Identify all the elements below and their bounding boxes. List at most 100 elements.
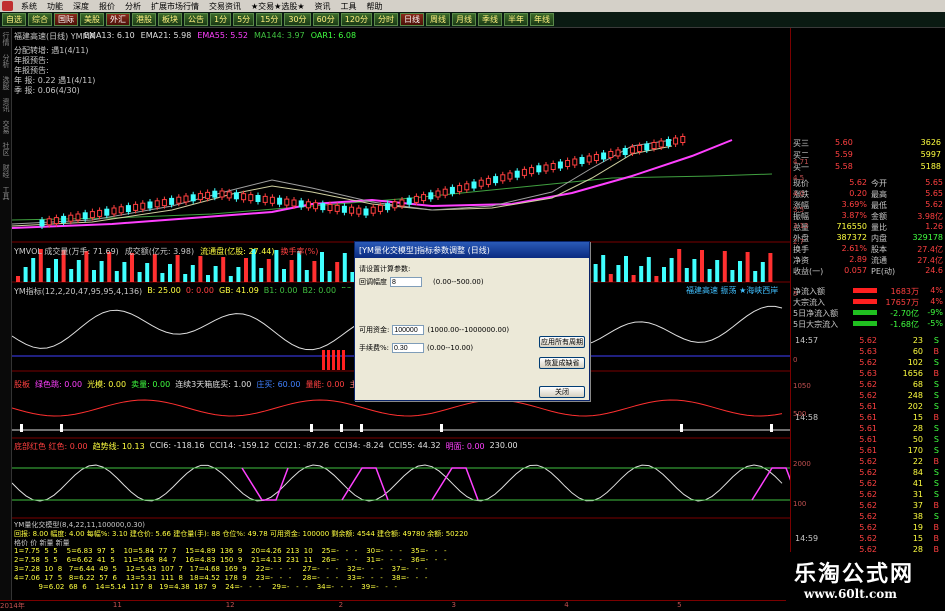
tick-price: 5.62 bbox=[859, 523, 877, 532]
period-button[interactable]: 美股 bbox=[80, 13, 104, 26]
period-button[interactable]: 周线 bbox=[426, 13, 451, 26]
period-button[interactable]: 半年 bbox=[504, 13, 529, 26]
bid-row: 买二 5.59 5997 bbox=[791, 150, 945, 161]
tick-row: 5.62 41 S bbox=[791, 479, 945, 488]
menu-item[interactable]: 扩展市场行情 bbox=[146, 1, 204, 12]
ma144-line bbox=[12, 173, 773, 221]
param-dialog[interactable]: [YM量化交模型]指标参数调整 (日线) 请设置计算参数: 回调幅度 (0.00… bbox=[354, 241, 590, 401]
candle bbox=[176, 196, 182, 204]
restore-default-button[interactable]: 恢复成缺省 bbox=[539, 357, 585, 369]
candle bbox=[385, 203, 391, 211]
period-button[interactable]: 国际 bbox=[54, 13, 78, 26]
tick-row: 5.62 22 B bbox=[791, 457, 945, 466]
period-button[interactable]: 30分 bbox=[284, 13, 311, 26]
menu-item[interactable]: 功能 bbox=[42, 1, 68, 12]
candle bbox=[485, 177, 491, 185]
period-button[interactable]: 15分 bbox=[256, 13, 283, 26]
candle bbox=[313, 202, 319, 210]
period-button[interactable]: 日线 bbox=[400, 13, 425, 26]
sidebar-tab[interactable]: 资讯 bbox=[0, 94, 12, 116]
period-button[interactable]: 综合 bbox=[28, 13, 52, 26]
period-button[interactable]: 港股 bbox=[132, 13, 156, 26]
period-button[interactable]: 60分 bbox=[312, 13, 339, 26]
legend-value: 量能: 0.00 bbox=[305, 380, 345, 389]
stock-title: 福建高速(日线) YMMA bbox=[14, 32, 95, 41]
candle bbox=[363, 208, 369, 216]
menu-item[interactable]: 深度 bbox=[68, 1, 94, 12]
legend-value: 0: 0.00 bbox=[185, 286, 214, 295]
legend-value: 明面: 0.00 bbox=[445, 442, 485, 451]
tick-price: 5.62 bbox=[859, 512, 877, 521]
signal-mark bbox=[680, 424, 683, 432]
volume-bar bbox=[646, 257, 651, 282]
tick-row: 5.63 60 B bbox=[791, 347, 945, 356]
candle bbox=[82, 212, 88, 220]
tick-row: 14:59 5.62 15 B bbox=[791, 534, 945, 543]
period-button[interactable]: 季线 bbox=[478, 13, 503, 26]
period-button[interactable]: 年线 bbox=[530, 13, 555, 26]
tick-price: 5.62 bbox=[859, 457, 877, 466]
time-axis: 2014年 11 12 2 3 4 5 bbox=[0, 600, 790, 610]
menu-item[interactable]: 资讯 bbox=[310, 1, 336, 12]
stat-row: 收益(一) 0.057 PE(动) 24.6 bbox=[791, 266, 945, 277]
stat-row: 外盘 387372 内盘 329178 bbox=[791, 233, 945, 244]
close-button[interactable]: 关闭 bbox=[539, 386, 585, 398]
tick-volume: 37 bbox=[912, 501, 923, 510]
flow-percent: -9% bbox=[927, 308, 943, 317]
apply-all-periods-button[interactable]: 应用所有周期 bbox=[539, 336, 585, 348]
menu-item[interactable]: 分析 bbox=[120, 1, 146, 12]
capital-input[interactable] bbox=[392, 325, 425, 335]
tick-row: 5.62 68 S bbox=[791, 380, 945, 389]
tick-row: 5.63 1656 B bbox=[791, 369, 945, 378]
watermark: 乐淘公式网 www.60lt.com bbox=[786, 552, 945, 609]
period-button[interactable]: 公告 bbox=[184, 13, 208, 26]
period-button[interactable]: 1分 bbox=[210, 13, 232, 26]
sidebar-tab[interactable]: 交易 bbox=[0, 116, 12, 138]
sidebar-tab[interactable]: 分析 bbox=[0, 50, 12, 72]
sidebar-tab[interactable]: 财经 bbox=[0, 160, 12, 182]
candle bbox=[39, 219, 45, 227]
tick-time bbox=[791, 446, 827, 455]
volume-bar bbox=[631, 275, 636, 282]
period-button[interactable]: 自选 bbox=[2, 13, 26, 26]
candle bbox=[629, 146, 635, 154]
legend-value: OAR1: 6.08 bbox=[310, 31, 357, 40]
stat-label: 股本 bbox=[871, 245, 887, 254]
period-button[interactable]: 5分 bbox=[233, 13, 255, 26]
candle bbox=[104, 208, 110, 216]
fee-input[interactable] bbox=[392, 343, 425, 353]
volume-bar bbox=[760, 262, 765, 282]
candle bbox=[572, 158, 578, 166]
menu-item[interactable]: ★交易★选股★ bbox=[246, 1, 310, 12]
menu-item[interactable]: 报价 bbox=[94, 1, 120, 12]
menu-item[interactable]: 系统 bbox=[16, 1, 42, 12]
model-row: 3=7.28 10 8 7=6.44 49 5 12=5.43 107 7 17… bbox=[14, 565, 428, 573]
candle bbox=[428, 192, 434, 200]
volume-bar bbox=[23, 267, 28, 282]
sidebar-tab[interactable]: 工具 bbox=[0, 182, 12, 204]
volume-bar bbox=[122, 262, 127, 282]
period-button[interactable]: 月线 bbox=[452, 13, 477, 26]
ym-indicator-title: YM指标(12,2,20,47,95,95,4,136) bbox=[14, 287, 143, 296]
period-button[interactable]: 分时 bbox=[374, 13, 399, 26]
tick-side: B bbox=[933, 501, 940, 510]
legend-value: 光模: 0.00 bbox=[87, 380, 127, 389]
tick-time bbox=[791, 490, 827, 499]
menu-item[interactable]: 工具 bbox=[336, 1, 362, 12]
legend-value: 换手率(%) bbox=[280, 247, 319, 256]
retrace-input[interactable] bbox=[390, 277, 422, 287]
sidebar-tab[interactable]: 选股 bbox=[0, 72, 12, 94]
menu-item[interactable]: 交易资讯 bbox=[204, 1, 246, 12]
sidebar-tab[interactable]: 社区 bbox=[0, 138, 12, 160]
sidebar-tab[interactable]: 行情 bbox=[0, 28, 12, 50]
volume-bar bbox=[76, 260, 81, 282]
tick-side: S bbox=[933, 490, 939, 499]
menu-item[interactable]: 帮助 bbox=[362, 1, 388, 12]
period-button[interactable]: 120分 bbox=[340, 13, 373, 26]
cci-line bbox=[12, 464, 783, 502]
tick-row: 5.62 31 S bbox=[791, 490, 945, 499]
watermark-url: www.60lt.com bbox=[804, 587, 897, 601]
dialog-title[interactable]: [YM量化交模型]指标参数调整 (日线) bbox=[355, 242, 589, 258]
period-button[interactable]: 外汇 bbox=[106, 13, 130, 26]
period-button[interactable]: 板块 bbox=[158, 13, 182, 26]
